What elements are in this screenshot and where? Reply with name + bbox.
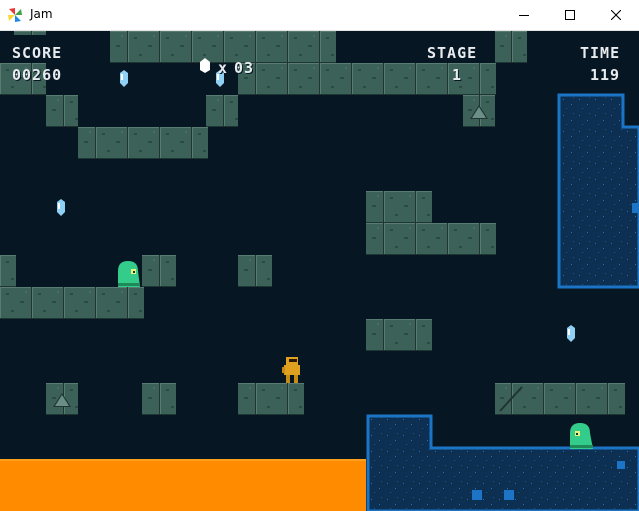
gem-count: 03 (234, 59, 255, 77)
slime-enemy (118, 261, 140, 287)
water-pool (557, 93, 639, 289)
level-map (0, 31, 639, 511)
time-label: TIME (580, 44, 621, 62)
crystal-gem (120, 70, 128, 87)
gem-multiplier: x (218, 59, 229, 77)
spike-block (463, 95, 495, 127)
score-value: 00260 (12, 66, 63, 84)
minimize-icon (519, 15, 529, 16)
crystal-gem (57, 199, 65, 216)
slime-enemy (570, 423, 593, 449)
score-label: SCORE (12, 44, 63, 62)
time-value: 119 (590, 66, 621, 84)
minimize-button[interactable] (501, 0, 547, 30)
water-pool (366, 414, 639, 511)
close-icon (611, 10, 621, 20)
close-button[interactable] (593, 0, 639, 30)
player-character (282, 357, 300, 383)
stage-value: 1 (452, 66, 463, 84)
stage-label: STAGE (427, 44, 478, 62)
maximize-icon (565, 10, 575, 20)
stone-blocks (0, 31, 625, 415)
spike-block (46, 383, 78, 415)
lava-pool (0, 459, 366, 511)
title-bar[interactable]: Jam (0, 0, 639, 31)
game-window: Jam SCORE 00260 x 03 STAGE 1 TIME 119 (0, 0, 639, 511)
maximize-button[interactable] (547, 0, 593, 30)
game-canvas[interactable]: SCORE 00260 x 03 STAGE 1 TIME 119 (0, 31, 639, 511)
crystal-gem (567, 325, 575, 342)
jam-app-icon (8, 8, 22, 22)
window-title: Jam (30, 7, 53, 21)
